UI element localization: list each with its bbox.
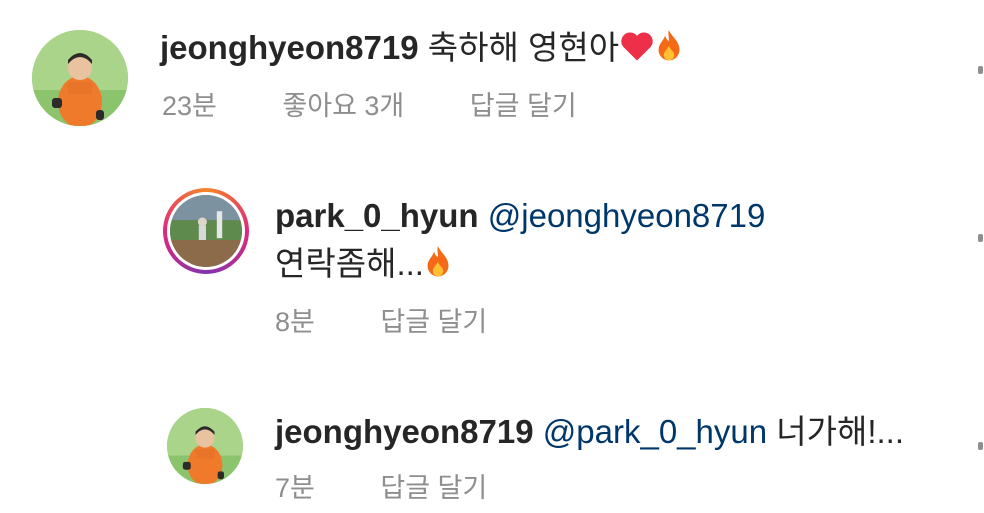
comment-meta: 7분 답글 달기 — [275, 472, 545, 504]
reply-button[interactable]: 답글 달기 — [380, 307, 487, 337]
comment-text: 축하해 영현아 — [427, 29, 620, 66]
avatar[interactable] — [32, 30, 128, 126]
heart-icon — [619, 30, 655, 71]
comment-text: 연락좀해... — [275, 245, 424, 282]
comment-line: 연락좀해... — [275, 244, 452, 288]
comment-username[interactable]: jeonghyeon8719 — [160, 29, 419, 66]
more-options-icon[interactable] — [978, 442, 983, 450]
comment-username[interactable]: park_0_hyun — [275, 197, 479, 234]
more-options-icon[interactable] — [978, 66, 983, 74]
avatar-photo — [170, 195, 242, 267]
comment-likes[interactable]: 좋아요 3개 — [282, 91, 404, 121]
more-options-icon[interactable] — [978, 234, 983, 242]
reply-button[interactable]: 답글 달기 — [470, 91, 577, 121]
comment-time: 8분 — [275, 307, 315, 337]
comment-text: 너가해!... — [776, 413, 905, 450]
comment-mention[interactable]: @park_0_hyun — [543, 413, 767, 450]
comment-line: park_0_hyun @jeonghyeon8719 — [275, 196, 765, 236]
comment-mention[interactable]: @jeonghyeon8719 — [488, 197, 766, 234]
avatar-photo — [167, 408, 243, 484]
comment-line: jeonghyeon8719 축하해 영현아 — [160, 28, 683, 72]
avatar[interactable] — [167, 408, 243, 484]
comment-meta: 23분 좋아요 3개 답글 달기 — [162, 90, 635, 122]
comment-time: 7분 — [275, 473, 315, 503]
reply-button[interactable]: 답글 달기 — [380, 473, 487, 503]
fire-icon — [424, 245, 452, 288]
comment-time: 23분 — [162, 91, 217, 121]
avatar[interactable] — [163, 188, 249, 274]
comment-username[interactable]: jeonghyeon8719 — [275, 413, 534, 450]
fire-icon — [655, 29, 683, 72]
comment-meta: 8분 답글 달기 — [275, 306, 545, 338]
avatar-photo — [32, 30, 128, 126]
comment-line: jeonghyeon8719 @park_0_hyun 너가해!... — [275, 412, 904, 452]
